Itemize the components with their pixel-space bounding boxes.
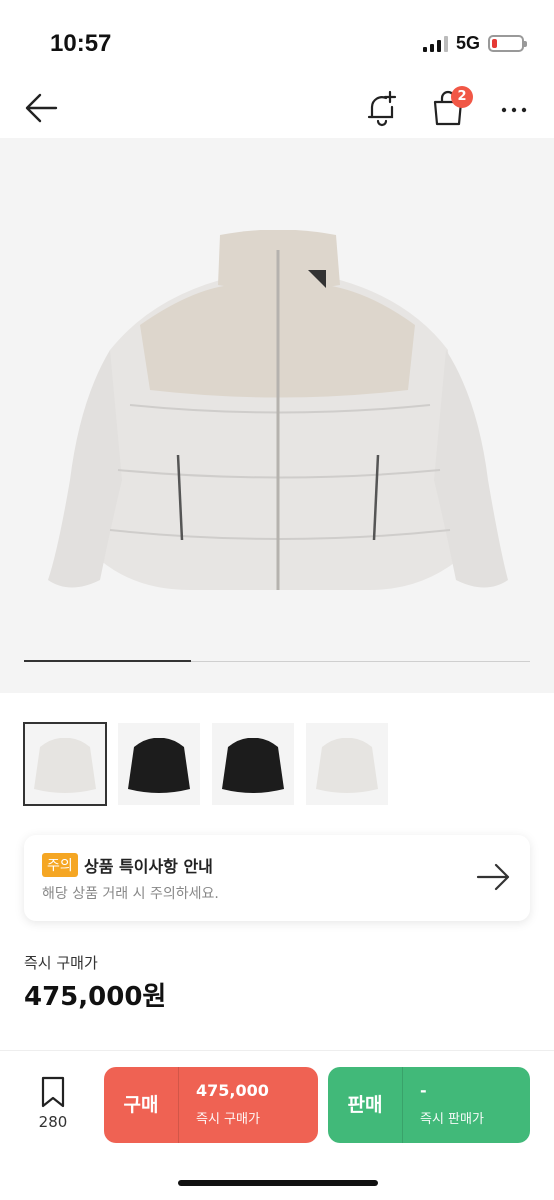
- thumbnail-2[interactable]: [118, 723, 200, 805]
- thumbnail-1[interactable]: [23, 722, 107, 806]
- buy-button-subtitle: 즉시 구매가: [196, 1112, 260, 1127]
- notice-tag: 주의: [42, 853, 78, 877]
- sell-button-subtitle: 즉시 판매가: [420, 1112, 484, 1127]
- sell-button-price: -: [420, 1081, 427, 1100]
- back-arrow-icon[interactable]: [22, 90, 62, 126]
- buy-button-divider: [178, 1067, 179, 1143]
- more-options-icon[interactable]: [494, 90, 534, 126]
- bookmark-icon: [41, 1076, 65, 1108]
- status-bar: 10:57 5G: [0, 0, 554, 80]
- buy-button-label: 구매: [123, 1094, 159, 1116]
- status-time: 10:57: [50, 30, 112, 57]
- bottom-action-bar: 280 구매 475,000 즉시 구매가 판매 - 즉시 판매가: [0, 1050, 554, 1200]
- battery-icon: [488, 35, 527, 52]
- product-notice-card[interactable]: 주의 상품 특이사항 안내 해당 상품 거래 시 주의하세요.: [24, 835, 530, 921]
- product-image-gallery[interactable]: [0, 138, 554, 693]
- bookmark-button[interactable]: 280: [28, 1075, 78, 1145]
- instant-buy-price-value: 475,000원: [24, 982, 167, 1012]
- buy-button-price: 475,000: [196, 1081, 269, 1100]
- notice-title: 상품 특이사항 안내: [84, 857, 213, 876]
- signal-icon: [422, 35, 448, 52]
- bookmark-count: 280: [38, 1113, 68, 1131]
- instant-buy-price-label: 즉시 구매가: [24, 954, 98, 972]
- sell-button[interactable]: 판매 - 즉시 판매가: [328, 1067, 530, 1143]
- buy-button[interactable]: 구매 475,000 즉시 구매가: [104, 1067, 318, 1143]
- bell-plus-icon[interactable]: [364, 88, 400, 128]
- thumbnail-strip: [23, 722, 388, 806]
- notice-subtitle: 해당 상품 거래 시 주의하세요.: [42, 886, 219, 902]
- gallery-progress-indicator: [24, 660, 191, 662]
- thumbnail-4[interactable]: [306, 723, 388, 805]
- sell-button-label: 판매: [347, 1094, 383, 1116]
- status-indicators: 5G: [422, 33, 527, 54]
- product-image: [48, 230, 508, 590]
- sell-button-divider: [402, 1067, 403, 1143]
- network-label: 5G: [455, 33, 480, 53]
- thumbnail-3[interactable]: [212, 723, 294, 805]
- top-nav: 2: [0, 80, 554, 136]
- cart-count-badge: 2: [451, 86, 473, 108]
- arrow-right-icon: [476, 863, 510, 891]
- home-indicator: [178, 1180, 378, 1186]
